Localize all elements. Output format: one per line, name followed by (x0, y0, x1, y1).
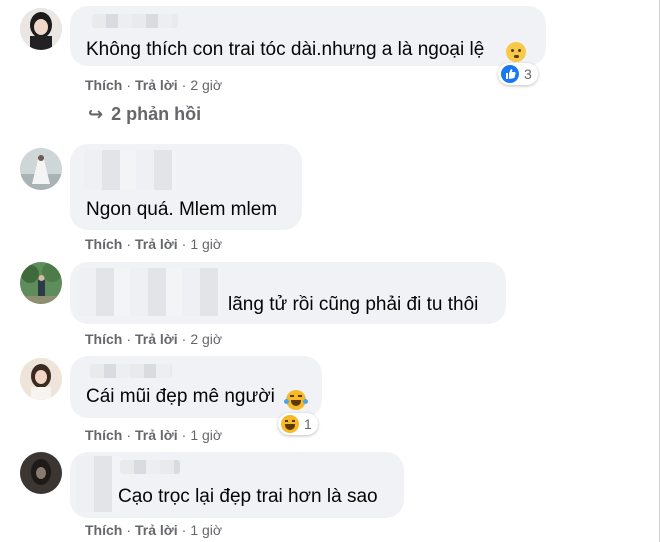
reaction-summary[interactable]: 1 (278, 413, 318, 435)
reaction-count: 1 (304, 416, 312, 432)
timestamp[interactable]: 1 giờ (190, 427, 222, 443)
reply-button[interactable]: Trả lời (135, 77, 178, 93)
blurred-author-name (84, 150, 176, 190)
blurred-author-name (120, 460, 180, 474)
like-button[interactable]: Thích (85, 427, 122, 443)
avatar[interactable] (20, 452, 62, 494)
like-button[interactable]: Thích (85, 236, 122, 252)
avatar[interactable] (20, 148, 62, 190)
comment-text: Ngon quá. Mlem mlem (86, 199, 278, 220)
comment-text: lãng tử rồi cũng phải đi tu thôi (228, 294, 479, 315)
reply-button[interactable]: Trả lời (135, 427, 178, 443)
laughing-tears-icon (284, 390, 308, 410)
comment-text: Cạo trọc lại đẹp trai hơn là sao (118, 486, 378, 507)
comment-actions: Thích · Trả lời · 2 giờ (85, 331, 223, 347)
like-button[interactable]: Thích (85, 522, 122, 538)
comment-actions: Thích · Trả lời · 1 giờ (85, 522, 223, 538)
comment-bubble: Cạo trọc lại đẹp trai hơn là sao (70, 452, 404, 518)
like-button[interactable]: Thích (85, 77, 122, 93)
blurred-author-name (92, 14, 178, 28)
haha-icon (281, 415, 299, 433)
replies-label: 2 phản hồi (111, 104, 202, 124)
timestamp[interactable]: 2 giờ (190, 77, 222, 93)
like-icon (501, 65, 519, 83)
reaction-count: 3 (524, 66, 532, 82)
view-replies-link[interactable]: ↪ 2 phản hồi (88, 104, 201, 125)
comment-bubble: lãng tử rồi cũng phải đi tu thôi (70, 262, 506, 324)
reply-button[interactable]: Trả lời (135, 522, 178, 538)
avatar[interactable] (20, 8, 62, 50)
reply-button[interactable]: Trả lời (135, 331, 178, 347)
comment-actions: Thích · Trả lời · 1 giờ (85, 236, 223, 252)
hushed-face-icon (506, 42, 526, 62)
blurred-author-name (78, 268, 220, 316)
comment-text: Cái mũi đẹp mê người (86, 386, 275, 407)
timestamp[interactable]: 1 giờ (190, 236, 222, 252)
comment-bubble: Ngon quá. Mlem mlem (70, 144, 302, 230)
like-button[interactable]: Thích (85, 331, 122, 347)
comment-actions: Thích · Trả lời · 1 giờ (85, 427, 223, 443)
reaction-summary[interactable]: 3 (498, 63, 538, 85)
reply-button[interactable]: Trả lời (135, 236, 178, 252)
avatar[interactable] (20, 358, 62, 400)
timestamp[interactable]: 1 giờ (190, 522, 222, 538)
blurred-author-name (90, 364, 172, 378)
comment-actions: Thích · Trả lời · 2 giờ (85, 77, 223, 93)
blurred-author-name (76, 456, 120, 512)
reply-arrow-icon: ↪ (88, 104, 104, 124)
comment-bubble: Cái mũi đẹp mê người (70, 356, 322, 418)
timestamp[interactable]: 2 giờ (190, 331, 222, 347)
avatar[interactable] (20, 262, 62, 304)
comment-text: Không thích con trai tóc dài.nhưng a là … (86, 39, 485, 60)
comment-bubble: Không thích con trai tóc dài.nhưng a là … (70, 6, 546, 66)
